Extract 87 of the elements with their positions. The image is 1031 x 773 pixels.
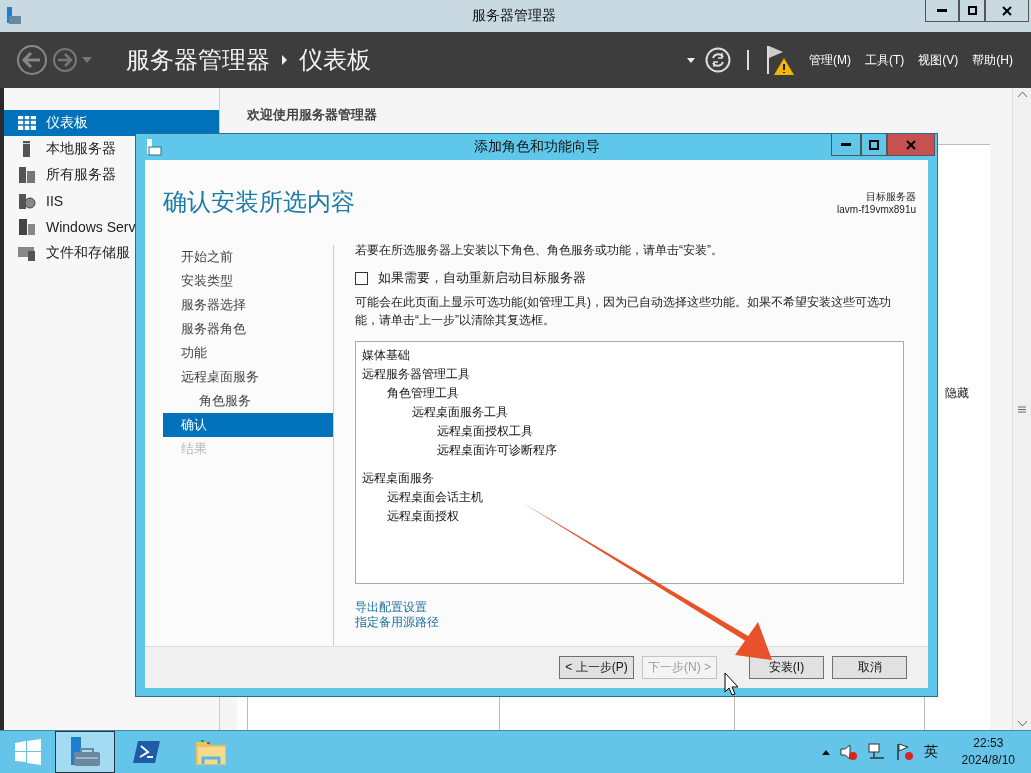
back-button[interactable] [16,44,48,76]
menu-item[interactable]: 管理(M) [809,51,851,69]
terminal-icon [133,739,161,765]
scroll-up-icon[interactable] [1017,92,1027,97]
sidebar-label: Windows Serv [46,219,136,235]
sidebar-label: 仪表板 [46,114,88,132]
breadcrumb-current: 仪表板 [299,45,371,75]
input-method-indicator[interactable]: 英 [923,743,938,761]
speaker-muted-icon[interactable] [839,743,858,761]
menu-item[interactable]: 视图(V) [918,51,959,69]
breadcrumb-root[interactable]: 服务器管理器 [126,44,270,76]
feature-item: 远程桌面会话主机 [386,489,484,506]
folder-server-icon [18,245,36,261]
hide-link[interactable]: 隐藏 [945,386,969,400]
scroll-grip-icon [1018,405,1026,413]
wizard-step[interactable]: 远程桌面服务 [163,365,333,389]
wizard-step[interactable]: 功能 [163,341,333,365]
taskbar-app-button[interactable] [55,731,115,773]
sidebar-item[interactable]: 仪表板 [4,110,219,136]
wizard-step[interactable]: 安装类型 [163,269,333,293]
scroll-down-icon[interactable] [1017,721,1027,726]
dialog-title: 添加角色和功能向导 [472,138,601,156]
welcome-heading: 欢迎使用服务器管理器 [246,106,378,124]
network-icon[interactable] [867,743,886,761]
close-icon [1002,5,1012,16]
forward-button[interactable] [52,47,78,73]
wizard-button[interactable]: < 上一步(P) [559,656,634,679]
servers-icon [18,219,36,235]
link[interactable]: 导出配置设置 [355,600,427,615]
clock[interactable]: 22:53 2024/8/10 [961,735,1015,769]
feature-item: 远程桌面许可诊断程序 [436,442,558,459]
wizard-step[interactable]: 服务器角色 [163,317,333,341]
close-button[interactable] [985,0,1029,22]
refresh-icon[interactable] [705,47,731,73]
windows-start-icon[interactable] [14,739,41,765]
sidebar-label: 本地服务器 [46,140,116,158]
close-icon [906,139,916,150]
window-title: 服务器管理器 [470,7,557,25]
wizard-button[interactable]: 取消 [832,656,907,679]
maximize-button[interactable] [861,134,887,156]
sidebar-item[interactable]: Windows Serv [4,214,219,240]
feature-item: 远程桌面服务工具 [411,404,509,421]
app-icon [6,7,22,25]
link[interactable]: 指定备用源路径 [355,615,439,630]
instruction-text: 若要在所选服务器上安装以下角色、角色服务或功能，请单击“安装”。 [355,242,724,259]
sidebar-label: 文件和存储服 [46,244,130,262]
feature-item: 远程桌面授权 [386,508,460,525]
wizard-step[interactable]: 开始之前 [163,245,333,269]
feature-item: 远程服务器管理工具 [362,366,471,383]
servers-icon [18,167,36,183]
note-text: 可能会在此页面上显示可选功能(如管理工具)，因为已自动选择这些功能。如果不希望安装这些可选功能，请单击“上一步”以清除其复选框。 [355,294,892,329]
caret-icon[interactable] [687,57,695,63]
server-toolbox-icon [69,737,101,767]
wizard-step[interactable]: 角色服务 [163,389,333,413]
minimize-button[interactable] [831,134,861,156]
restore-button[interactable] [959,0,985,22]
globe-server-icon [18,193,36,209]
wizard-step[interactable]: 确认 [163,413,333,437]
flag-error-icon[interactable] [895,743,914,761]
target-server-label: 目标服务器 [866,190,916,204]
feature-item: 远程桌面服务 [362,470,435,487]
caret-up-icon[interactable] [821,749,830,755]
breadcrumb-separator-icon [282,55,287,65]
scrollbar[interactable] [1012,88,1031,730]
feature-item: 媒体基础 [362,347,411,364]
maximize-icon [869,139,879,150]
menu-item[interactable]: 工具(T) [865,51,905,69]
app-icon [146,138,162,156]
flag-warning-icon[interactable] [765,44,795,76]
sidebar-item[interactable]: 所有服务器 [4,162,219,188]
checkbox-label[interactable]: 如果需要，自动重新启动目标服务器 [378,269,586,287]
wizard-button[interactable]: 安装(I) [749,656,824,679]
page-heading: 确认安装所选内容 [163,187,355,217]
feature-item: 角色管理工具 [386,385,460,402]
minimize-icon [937,9,947,12]
minimize-button[interactable] [925,0,959,22]
menu-item[interactable]: 帮助(H) [972,51,1013,69]
sidebar-label: 所有服务器 [46,166,116,184]
folder-icon [195,738,227,766]
feature-item: 远程桌面授权工具 [436,423,534,440]
dashboard-icon [18,116,36,130]
restore-icon [967,6,977,15]
wizard-step[interactable]: 服务器选择 [163,293,333,317]
target-server-name: lavm-f19vmx891u [837,204,916,215]
sidebar-label: IIS [46,193,64,209]
checkbox[interactable] [355,271,368,285]
sidebar-item[interactable]: 本地服务器 [4,136,219,162]
